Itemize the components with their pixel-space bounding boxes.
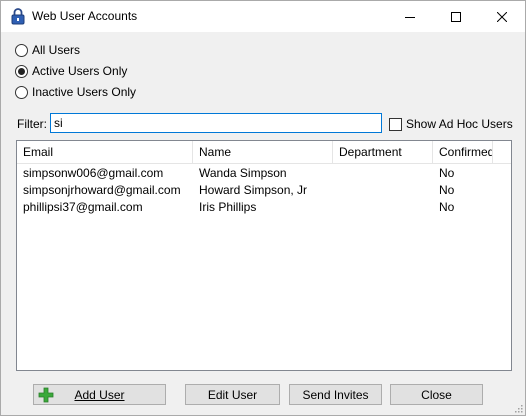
minimize-icon bbox=[405, 16, 415, 18]
column-header-email[interactable]: Email bbox=[17, 141, 193, 163]
title-bar[interactable]: Web User Accounts bbox=[1, 1, 525, 32]
list-row[interactable]: simpsonjrhoward@gmail.com Howard Simpson… bbox=[17, 182, 511, 199]
radio-label: Active Users Only bbox=[32, 64, 128, 78]
cell-confirmed: No bbox=[439, 166, 455, 180]
radio-circle[interactable] bbox=[15, 43, 28, 57]
filter-label: Filter: bbox=[17, 117, 47, 131]
column-header-department[interactable]: Department bbox=[333, 141, 433, 163]
checkbox-box[interactable] bbox=[389, 117, 402, 131]
radio-active-users-only[interactable]: Active Users Only bbox=[15, 63, 127, 79]
column-header-confirmed[interactable]: Confirmed bbox=[433, 141, 493, 163]
radio-label: All Users bbox=[32, 43, 81, 57]
maximize-button[interactable] bbox=[433, 1, 479, 32]
close-window-button[interactable] bbox=[479, 1, 525, 32]
column-header-name[interactable]: Name bbox=[193, 141, 333, 163]
filter-input[interactable] bbox=[50, 113, 382, 133]
radio-inactive-users-only[interactable]: Inactive Users Only bbox=[15, 84, 136, 100]
list-header: Email Name Department Confirmed bbox=[17, 141, 511, 164]
cell-department bbox=[333, 182, 433, 199]
radio-label: Inactive Users Only bbox=[32, 85, 137, 99]
edit-user-button[interactable]: Edit User bbox=[185, 384, 280, 405]
radio-all-users[interactable]: All Users bbox=[15, 42, 80, 58]
cell-email: simpsonjrhoward@gmail.com bbox=[23, 183, 181, 197]
cell-name: Iris Phillips bbox=[199, 200, 257, 214]
radio-circle-selected[interactable] bbox=[15, 64, 28, 78]
padlock-icon bbox=[11, 8, 25, 25]
list-row[interactable]: phillipsi37@gmail.com Iris Phillips No bbox=[17, 199, 511, 216]
web-user-accounts-window: Web User Accounts All Users Active Users… bbox=[0, 0, 526, 416]
radio-circle[interactable] bbox=[15, 85, 28, 99]
cell-confirmed: No bbox=[439, 200, 455, 214]
green-plus-icon bbox=[38, 387, 54, 403]
edit-user-label: Edit User bbox=[207, 387, 258, 402]
checkbox-label: Show Ad Hoc Users bbox=[406, 117, 513, 131]
cell-name: Howard Simpson, Jr bbox=[199, 183, 308, 197]
user-list-view[interactable]: Email Name Department Confirmed simpsonw… bbox=[16, 140, 512, 371]
show-ad-hoc-users-checkbox[interactable]: Show Ad Hoc Users bbox=[389, 117, 513, 131]
close-button[interactable]: Close bbox=[390, 384, 483, 405]
cell-email: phillipsi37@gmail.com bbox=[23, 200, 143, 214]
cell-department bbox=[333, 199, 433, 216]
close-icon bbox=[497, 11, 507, 22]
resize-grip-icon[interactable] bbox=[513, 403, 523, 413]
cell-email: simpsonw006@gmail.com bbox=[23, 166, 164, 180]
window-title: Web User Accounts bbox=[32, 9, 138, 23]
add-user-label: Add User bbox=[74, 387, 125, 402]
send-invites-label: Send Invites bbox=[302, 387, 369, 402]
list-row[interactable]: simpsonw006@gmail.com Wanda Simpson No bbox=[17, 165, 511, 182]
cell-confirmed: No bbox=[439, 183, 455, 197]
send-invites-button[interactable]: Send Invites bbox=[289, 384, 382, 405]
cell-name: Wanda Simpson bbox=[199, 166, 287, 180]
minimize-button[interactable] bbox=[387, 1, 433, 32]
close-label: Close bbox=[421, 387, 452, 402]
add-user-button[interactable]: Add User bbox=[33, 384, 166, 405]
maximize-icon bbox=[451, 11, 461, 22]
cell-department bbox=[333, 165, 433, 182]
